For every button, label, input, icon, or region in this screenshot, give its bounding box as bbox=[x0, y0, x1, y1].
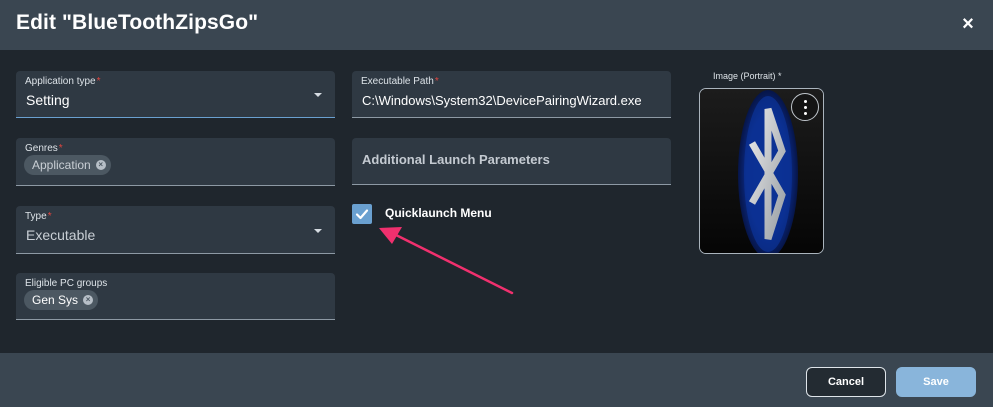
type-label: Type* bbox=[25, 211, 52, 222]
save-button[interactable]: Save bbox=[896, 367, 976, 397]
pc-group-chip-label: Gen Sys bbox=[32, 293, 79, 307]
eligible-pc-groups-label: Eligible PC groups bbox=[25, 278, 108, 289]
remove-chip-icon[interactable]: × bbox=[83, 295, 94, 305]
type-value: Executable bbox=[26, 227, 96, 243]
genre-chip: Application × bbox=[24, 155, 111, 175]
cancel-button[interactable]: Cancel bbox=[806, 367, 886, 397]
genres-field[interactable]: Genres* Application × bbox=[16, 138, 335, 186]
remove-chip-icon[interactable]: × bbox=[95, 160, 106, 170]
type-select[interactable]: Type* Executable bbox=[16, 206, 335, 254]
dialog-title: Edit "BlueToothZipsGo" bbox=[16, 11, 259, 34]
chevron-down-icon bbox=[314, 93, 322, 97]
chevron-down-icon bbox=[314, 229, 322, 233]
application-type-label: Application type* bbox=[25, 76, 101, 87]
dialog-header: Edit "BlueToothZipsGo" × bbox=[0, 0, 993, 50]
quicklaunch-checkbox[interactable] bbox=[352, 204, 372, 224]
pc-group-chip: Gen Sys × bbox=[24, 290, 99, 310]
executable-path-label: Executable Path* bbox=[361, 76, 439, 87]
application-type-select[interactable]: Application type* Setting bbox=[16, 71, 335, 118]
close-icon[interactable]: × bbox=[958, 14, 978, 34]
executable-path-field[interactable]: Executable Path* C:\Windows\System32\Dev… bbox=[352, 71, 671, 118]
genres-label: Genres* bbox=[25, 143, 63, 154]
application-type-value: Setting bbox=[26, 92, 70, 108]
checkmark-icon bbox=[355, 209, 369, 220]
executable-path-value: C:\Windows\System32\DevicePairingWizard.… bbox=[362, 93, 642, 108]
quicklaunch-label[interactable]: Quicklaunch Menu bbox=[385, 206, 492, 220]
launch-parameters-placeholder: Additional Launch Parameters bbox=[362, 152, 550, 167]
eligible-pc-groups-field[interactable]: Eligible PC groups Gen Sys × bbox=[16, 273, 335, 320]
launch-parameters-field[interactable]: Additional Launch Parameters bbox=[352, 138, 671, 185]
edit-dialog: Edit "BlueToothZipsGo" × Application typ… bbox=[0, 0, 993, 407]
kebab-menu-icon[interactable] bbox=[791, 93, 819, 121]
image-portrait-label: Image (Portrait) * bbox=[713, 71, 782, 81]
genre-chip-label: Application bbox=[32, 158, 91, 172]
